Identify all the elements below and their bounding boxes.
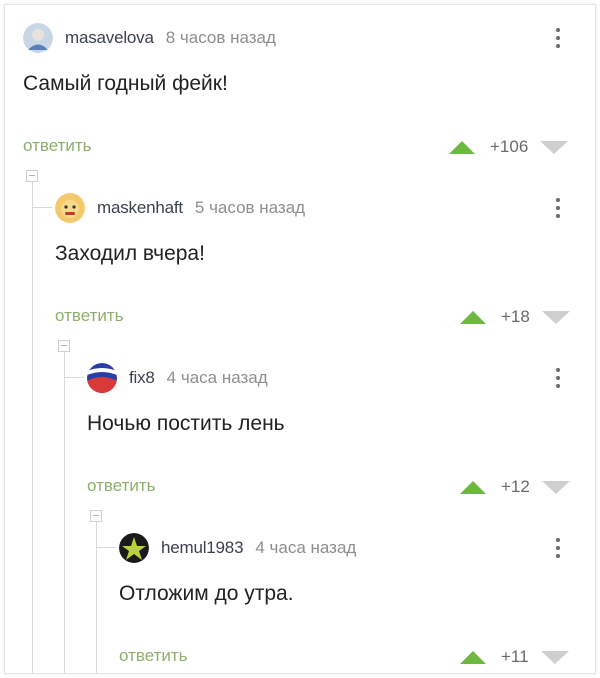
comment-thread: masavelova 8 часов назад Самый годный фе… (4, 4, 596, 674)
comment-text: Самый годный фейк! (23, 72, 228, 95)
timestamp[interactable]: 8 часов назад (166, 28, 276, 48)
collapse-toggle[interactable] (58, 340, 70, 352)
comment-text: Отложим до утра. (119, 582, 294, 605)
upvote-icon[interactable] (460, 480, 486, 494)
reply-link[interactable]: ответить (119, 646, 188, 666)
collapse-toggle[interactable] (26, 170, 38, 182)
username[interactable]: maskenhaft (97, 198, 183, 218)
thread-line (32, 175, 33, 673)
more-menu-icon[interactable] (555, 368, 561, 392)
comment-text: Заходил вчера! (55, 242, 205, 265)
reply-link[interactable]: ответить (23, 136, 92, 156)
rating: +12 (460, 477, 570, 497)
thread-connector (32, 207, 52, 208)
more-menu-icon[interactable] (555, 198, 561, 222)
avatar[interactable] (119, 533, 149, 563)
collapse-toggle[interactable] (90, 510, 102, 522)
avatar[interactable] (87, 363, 117, 393)
more-menu-icon[interactable] (555, 538, 561, 562)
timestamp[interactable]: 4 часа назад (255, 538, 356, 558)
rating: +11 (460, 647, 569, 667)
upvote-icon[interactable] (449, 140, 475, 154)
reply-link[interactable]: ответить (87, 476, 156, 496)
rating-count: +11 (501, 647, 529, 666)
rating-count: +106 (490, 137, 529, 156)
avatar[interactable] (23, 23, 53, 53)
downvote-icon[interactable] (540, 140, 569, 154)
avatar[interactable] (55, 193, 85, 223)
thread-connector (64, 377, 84, 378)
comment: maskenhaft 5 часов назад Заходил вчера! … (55, 193, 595, 333)
comment-text: Ночью постить лень (87, 412, 285, 435)
more-menu-icon[interactable] (555, 28, 561, 52)
downvote-icon[interactable] (540, 650, 569, 664)
reply-link[interactable]: ответить (55, 306, 124, 326)
downvote-icon[interactable] (541, 480, 570, 494)
username[interactable]: fix8 (129, 368, 155, 388)
rating: +18 (460, 307, 570, 327)
timestamp[interactable]: 5 часов назад (195, 198, 305, 218)
username[interactable]: hemul1983 (161, 538, 244, 558)
comment: masavelova 8 часов назад Самый годный фе… (23, 23, 595, 163)
upvote-icon[interactable] (460, 310, 486, 324)
comment: hemul1983 4 часа назад Отложим до утра. … (119, 533, 595, 673)
rating: +106 (449, 137, 569, 157)
downvote-icon[interactable] (541, 310, 570, 324)
thread-line (96, 515, 97, 673)
thread-connector (96, 547, 116, 548)
username[interactable]: masavelova (65, 28, 154, 48)
rating-count: +18 (501, 307, 530, 326)
upvote-icon[interactable] (460, 650, 486, 664)
comment: fix8 4 часа назад Ночью постить лень отв… (87, 363, 595, 503)
timestamp[interactable]: 4 часа назад (167, 368, 268, 388)
thread-line (64, 345, 65, 673)
rating-count: +12 (501, 477, 530, 496)
